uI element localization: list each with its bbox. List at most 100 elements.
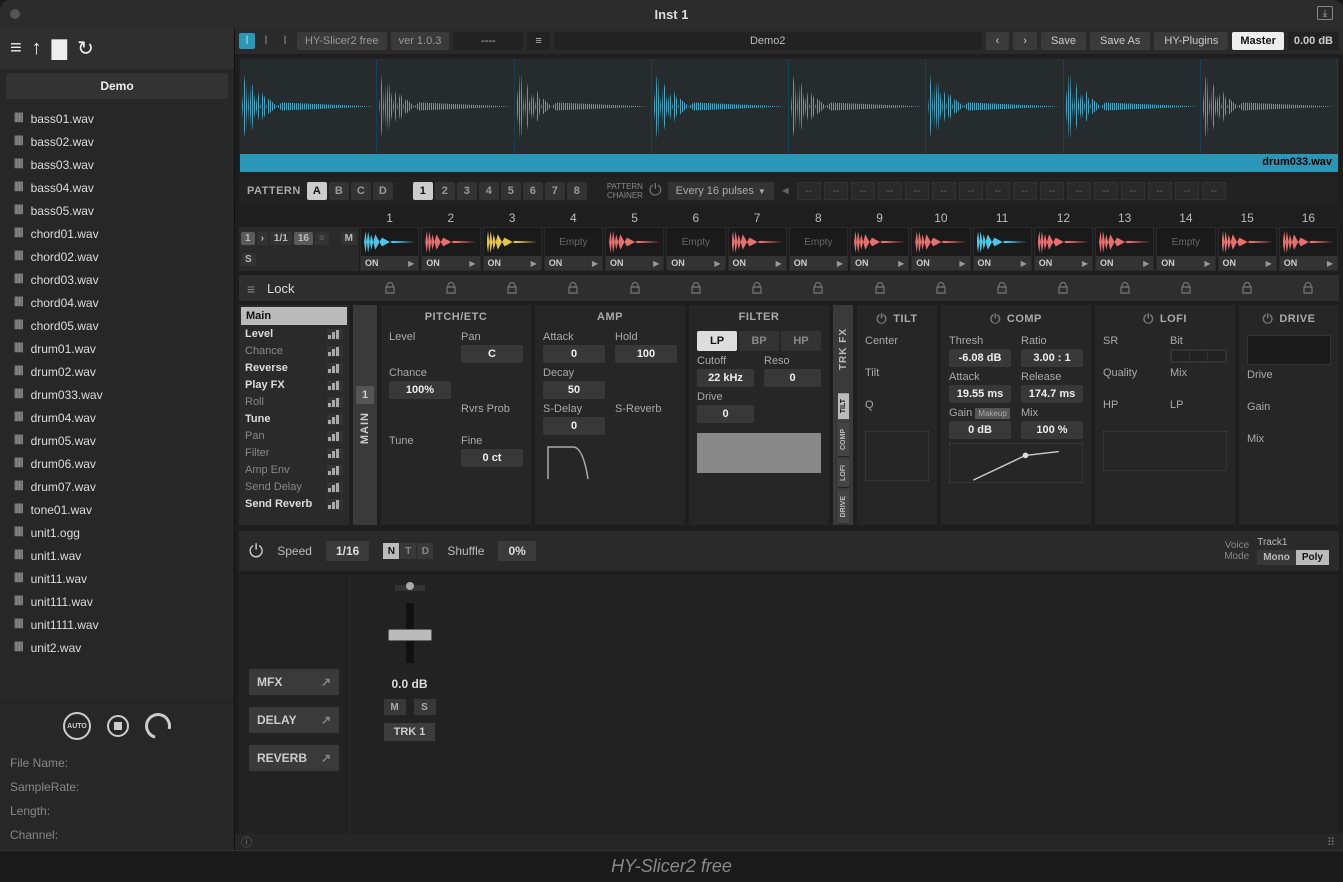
file-item[interactable]: ⦀⦀drum07.wav xyxy=(0,475,234,498)
filter-hp-tab[interactable]: HP xyxy=(781,331,821,351)
lock-label[interactable]: Lock xyxy=(239,281,359,296)
lock-cell[interactable] xyxy=(482,282,543,294)
file-item[interactable]: ⦀⦀chord05.wav xyxy=(0,314,234,337)
slice-cell[interactable]: EmptyON▶ xyxy=(666,227,725,271)
lock-cell[interactable] xyxy=(1278,282,1339,294)
lock-icon[interactable] xyxy=(445,282,457,294)
slice-next-icon[interactable]: › xyxy=(257,232,268,245)
lock-icon[interactable] xyxy=(384,282,396,294)
chain-prev-icon[interactable]: ◄ xyxy=(780,185,791,197)
lock-cell[interactable] xyxy=(972,282,1033,294)
pattern-bank-C[interactable]: C xyxy=(351,182,371,200)
slice-play-icon[interactable]: ▶ xyxy=(833,256,847,270)
slice-play-icon[interactable]: ▶ xyxy=(772,256,786,270)
slice-play-icon[interactable]: ▶ xyxy=(956,256,970,270)
waveform-area[interactable]: drum033.wav xyxy=(239,58,1339,173)
lock-cell[interactable] xyxy=(543,282,604,294)
comp-mix-value[interactable]: 100 % xyxy=(1021,421,1083,439)
slice-cell[interactable]: ON▶ xyxy=(1095,227,1154,271)
waveform-slice[interactable] xyxy=(789,59,926,154)
file-item[interactable]: ⦀⦀chord02.wav xyxy=(0,245,234,268)
poly-button[interactable]: Poly xyxy=(1296,550,1329,565)
save-as-button[interactable]: Save As xyxy=(1090,32,1150,50)
chain-slot[interactable]: -- xyxy=(797,182,821,200)
waveform-slice[interactable] xyxy=(926,59,1063,154)
lock-icon[interactable] xyxy=(1302,282,1314,294)
mode-icon-1[interactable]: ⦚ xyxy=(239,33,255,49)
slice-cell[interactable]: EmptyON▶ xyxy=(544,227,603,271)
lock-cell[interactable] xyxy=(359,282,420,294)
file-item[interactable]: ⦀⦀tone01.wav xyxy=(0,498,234,521)
slice-play-icon[interactable]: ▶ xyxy=(1323,256,1337,270)
stop-button[interactable] xyxy=(107,715,129,737)
pattern-slot-7[interactable]: 7 xyxy=(545,182,565,200)
slice-cell[interactable]: ON▶ xyxy=(728,227,787,271)
slice-play-icon[interactable]: ▶ xyxy=(711,256,725,270)
lock-icon[interactable] xyxy=(690,282,702,294)
reso-value[interactable]: 0 xyxy=(764,369,821,387)
comp-power-icon[interactable]: ⏻ xyxy=(990,311,1001,327)
lock-cell[interactable] xyxy=(1094,282,1155,294)
file-item[interactable]: ⦀⦀drum01.wav xyxy=(0,337,234,360)
lock-icon[interactable] xyxy=(506,282,518,294)
param-category-chance[interactable]: Chance xyxy=(241,343,347,359)
comp-attack-value[interactable]: 19.55 ms xyxy=(949,385,1011,403)
window-action-icon[interactable]: ⤓ xyxy=(1317,6,1333,20)
transport-power-icon[interactable]: ⏻ xyxy=(249,541,263,562)
fx-tab-tilt[interactable]: TILT xyxy=(838,393,849,420)
file-item[interactable]: ⦀⦀bass04.wav xyxy=(0,176,234,199)
track-solo-button[interactable]: S xyxy=(414,699,436,715)
amp-attack-value[interactable]: 0 xyxy=(543,345,605,363)
slice-on-button[interactable]: ON xyxy=(1035,256,1078,270)
comp-release-value[interactable]: 174.7 ms xyxy=(1021,385,1083,403)
pattern-slot-6[interactable]: 6 xyxy=(523,182,543,200)
lock-icon[interactable] xyxy=(935,282,947,294)
pattern-bank-B[interactable]: B xyxy=(329,182,349,200)
ntd-t[interactable]: T xyxy=(400,543,416,559)
file-item[interactable]: ⦀⦀chord03.wav xyxy=(0,268,234,291)
pulse-select[interactable]: Every 16 pulses▼ xyxy=(668,182,774,200)
waveform-slice[interactable] xyxy=(377,59,514,154)
lock-cell[interactable] xyxy=(1155,282,1216,294)
file-item[interactable]: ⦀⦀drum04.wav xyxy=(0,406,234,429)
preset-next-button[interactable]: › xyxy=(1013,32,1037,50)
master-db[interactable]: 0.00 dB xyxy=(1288,32,1339,50)
file-item[interactable]: ⦀⦀chord04.wav xyxy=(0,291,234,314)
param-category-amp-env[interactable]: Amp Env xyxy=(241,462,347,478)
file-item[interactable]: ⦀⦀unit1.wav xyxy=(0,544,234,567)
track-mute-button[interactable]: M xyxy=(384,699,406,715)
lock-icon[interactable] xyxy=(751,282,763,294)
pan-value[interactable]: C xyxy=(461,345,523,363)
slice-cell[interactable]: ON▶ xyxy=(1218,227,1277,271)
slice-on-button[interactable]: ON xyxy=(1157,256,1200,270)
file-item[interactable]: ⦀⦀drum06.wav xyxy=(0,452,234,475)
up-arrow-icon[interactable]: ↑ xyxy=(32,37,42,60)
waveform-slice[interactable] xyxy=(1201,59,1338,154)
chance-value[interactable]: 100% xyxy=(389,381,451,399)
lofi-power-icon[interactable]: ⏻ xyxy=(1143,311,1154,327)
chain-slot[interactable]: -- xyxy=(1121,182,1145,200)
param-category-send-reverb[interactable]: Send Reverb xyxy=(241,496,347,512)
lock-cell[interactable] xyxy=(788,282,849,294)
pattern-bank-A[interactable]: A xyxy=(307,182,327,200)
reverb-button[interactable]: REVERB↗ xyxy=(249,745,339,771)
track-pan-knob[interactable] xyxy=(395,585,425,591)
slice-on-button[interactable]: ON xyxy=(1219,256,1262,270)
file-item[interactable]: ⦀⦀bass02.wav xyxy=(0,130,234,153)
lock-cell[interactable] xyxy=(727,282,788,294)
slice-on-button[interactable]: ON xyxy=(790,256,833,270)
file-item[interactable]: ⦀⦀bass03.wav xyxy=(0,153,234,176)
lock-cell[interactable] xyxy=(849,282,910,294)
chain-slot[interactable]: -- xyxy=(1202,182,1226,200)
chain-slot[interactable]: -- xyxy=(986,182,1010,200)
slice-play-icon[interactable]: ▶ xyxy=(1017,256,1031,270)
pattern-slot-2[interactable]: 2 xyxy=(435,182,455,200)
preset-name[interactable]: Demo2 xyxy=(554,32,982,50)
param-category-level[interactable]: Level xyxy=(241,326,347,342)
param-category-filter[interactable]: Filter xyxy=(241,445,347,461)
file-item[interactable]: ⦀⦀unit2.wav xyxy=(0,636,234,659)
slice-cell[interactable]: ON▶ xyxy=(911,227,970,271)
chain-slot[interactable]: -- xyxy=(1094,182,1118,200)
resize-handle-icon[interactable]: ⠿ xyxy=(1327,836,1337,849)
amp-hold-value[interactable]: 100 xyxy=(615,345,677,363)
